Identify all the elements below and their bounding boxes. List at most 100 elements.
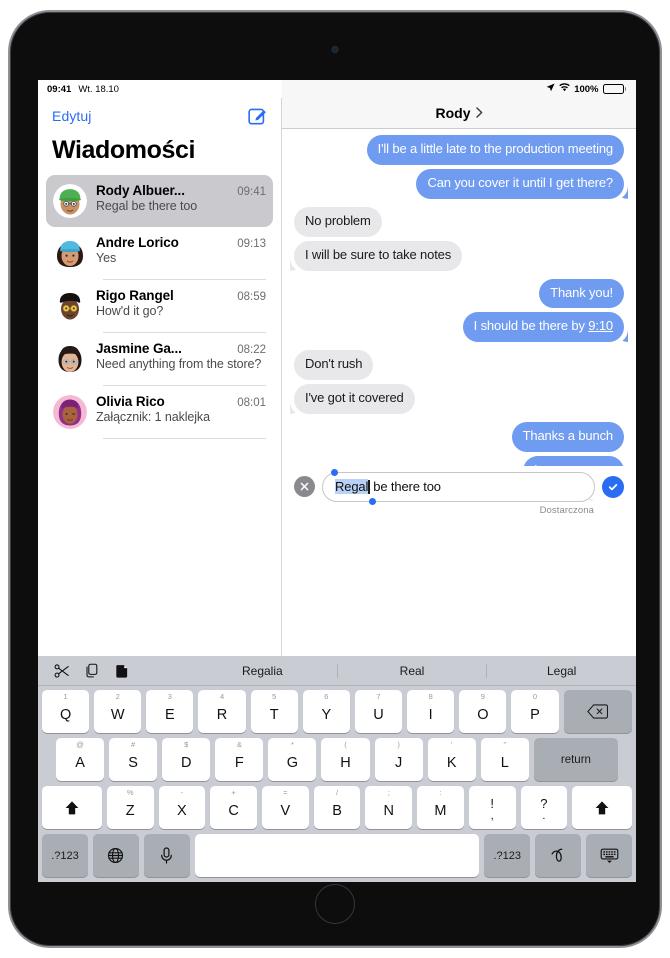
message-edit-row: Regal be there too [282,468,636,505]
shift-icon[interactable] [42,786,102,829]
backspace-icon[interactable] [563,690,632,733]
conversation-list: Rody Albuer... 09:41 Regal be there too [38,175,281,439]
message-bubble-incoming[interactable]: No problem [294,206,382,237]
key-c[interactable]: + C [210,786,257,829]
list-item[interactable]: Olivia Rico 08:01 Załącznik: 1 naklejka [46,386,273,438]
key-r[interactable]: 4R [198,690,246,733]
list-item-body: Olivia Rico 08:01 Załącznik: 1 naklejka [96,394,266,426]
message-bubble-incoming[interactable]: Don't rush [294,350,374,381]
key-a[interactable]: @ A [56,738,105,781]
numbers-key-left[interactable]: .?123 [42,834,88,877]
message-bubble-outgoing[interactable]: Thank you! [539,278,624,309]
message-bubble-incoming[interactable]: I will be sure to take notes [294,240,463,271]
message-bubble-outgoing[interactable]: I should be there by 9:10 [462,312,624,343]
conversation-header[interactable]: Rody [282,98,636,129]
key-label: S [128,755,138,771]
prediction-option[interactable]: Regalia [188,663,338,678]
key-u[interactable]: 7U [354,690,403,733]
message-preview: Regal be there too [96,199,198,213]
space-key[interactable] [194,834,480,877]
contact-name: Rody Albuer... [96,183,185,198]
message-bubble-incoming[interactable]: I've got it covered [294,384,415,415]
selected-text[interactable]: Regal [335,478,368,494]
return-key[interactable]: return [533,738,618,781]
dismiss-keyboard-icon[interactable] [586,834,633,877]
key-h[interactable]: (H [321,738,370,781]
key-label: T [269,707,279,723]
keyboard-toolbar: Regalia Real Legal [38,656,636,686]
key-subtitle: * [290,740,294,749]
key-t[interactable]: 5T [250,690,298,733]
list-item[interactable]: Rigo Rangel 08:59 How'd it go? [46,280,273,332]
key-g[interactable]: * G [268,738,317,781]
numbers-key-right[interactable]: .?123 [484,834,531,877]
handwriting-icon[interactable] [535,834,582,877]
page-title: Wiadomości [52,136,196,164]
key-e[interactable]: 3E [146,690,194,733]
key-d[interactable]: $ D [162,738,211,781]
ipad-device-frame: 09:41 Wt. 18.10 100% Edytuj Wiadomości R… [8,10,662,948]
key-exclam-comma[interactable]: !, [468,786,516,829]
list-item[interactable]: Andre Lorico 09:13 Yes [46,227,273,279]
scissors-icon[interactable] [54,663,70,679]
selection-handle-start[interactable] [331,468,338,476]
key-q[interactable]: 1Q [42,690,90,733]
status-bar-right: 100% [282,80,636,98]
key-p[interactable]: 0P [511,690,559,733]
key-l[interactable]: " L [480,738,529,781]
close-circle-icon[interactable] [294,476,315,497]
key-v[interactable]: = V [261,786,309,829]
status-bar-left: 09:41 Wt. 18.10 [38,80,282,98]
key-m[interactable]: :M [417,786,464,829]
key-y[interactable]: 6Y [302,690,350,733]
key-label: Y [321,707,332,723]
key-subtitle: + [231,788,236,797]
onscreen-keyboard: Regalia Real Legal 1Q 2W 3E 4R 5T 6Y 7U … [38,656,636,882]
compose-icon[interactable] [248,107,267,126]
key-subtitle: @ [76,740,84,749]
checkmark-circle-icon[interactable] [602,475,624,498]
dictation-microphone-icon[interactable] [143,834,190,877]
key-i[interactable]: 8I [407,690,455,733]
contact-name: Andre Lorico [96,235,179,250]
key-subtitle: 9 [480,692,485,701]
list-item[interactable]: Rody Albuer... 09:41 Regal be there too [46,175,273,227]
message-edit-field[interactable]: Regal be there too [322,471,595,502]
selection-handle-end[interactable] [369,497,376,505]
key-n[interactable]: ; N [365,786,413,829]
prediction-option[interactable]: Real [338,663,488,678]
paste-icon[interactable] [114,663,130,679]
key-w[interactable]: 2W [94,690,142,733]
list-item[interactable]: Jasmine Ga... 08:22 Need anything from t… [46,333,273,385]
status-date: Wt. 18.10 [78,83,119,95]
message-bubble-outgoing[interactable]: I owe you one [523,456,624,466]
key-subtitle: ' [450,740,453,749]
chevron-right-icon[interactable] [475,106,483,121]
key-j[interactable]: ) J [374,738,423,781]
key-label: I [428,707,433,723]
key-k[interactable]: ' K [427,738,476,781]
message-bubble-outgoing[interactable]: Can you cover it until I get there? [416,168,624,199]
key-label: Q [59,707,72,723]
key-z[interactable]: % Z [106,786,154,829]
time-link[interactable]: 9:10 [588,318,613,333]
key-b[interactable]: / B [313,786,361,829]
edit-button[interactable]: Edytuj [52,108,92,124]
key-label: V [280,803,291,819]
message-bubble-outgoing[interactable]: I'll be a little late to the production … [366,135,624,165]
prediction-option[interactable]: Legal [487,664,636,678]
key-x[interactable]: -X [158,786,206,829]
status-time: 09:41 [47,83,72,95]
shift-icon[interactable] [572,786,633,829]
globe-icon[interactable] [92,834,139,877]
key-s[interactable]: # S [109,738,158,781]
key-f[interactable]: & F [215,738,264,781]
key-subtitle: 2 [115,692,120,701]
key-subtitle: / [335,788,339,797]
message-bubble-outgoing[interactable]: Thanks a bunch [511,422,624,453]
copy-icon[interactable] [84,663,100,679]
message-row: I owe you one [294,456,624,466]
key-question-period[interactable]: ?. [520,786,568,829]
key-o[interactable]: 9O [459,690,507,733]
home-button[interactable] [315,884,355,924]
